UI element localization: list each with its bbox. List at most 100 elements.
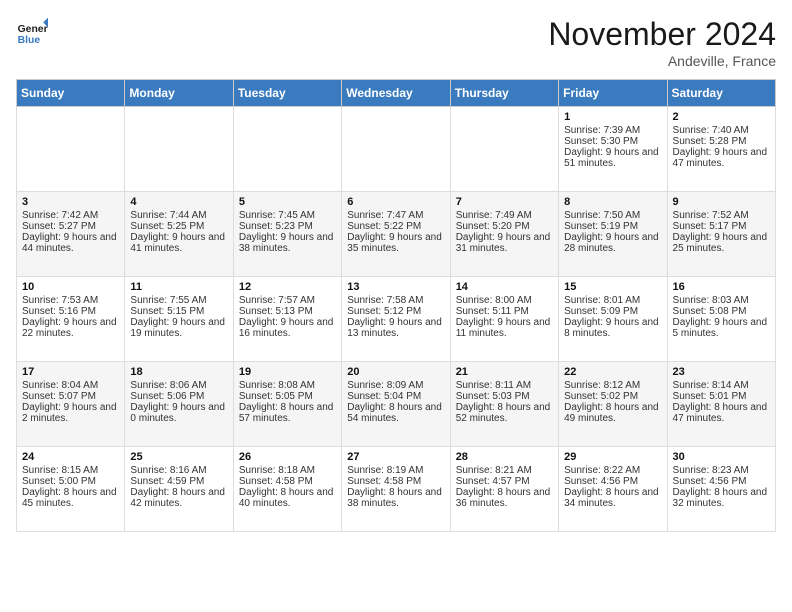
calendar-day-cell: 18Sunrise: 8:06 AMSunset: 5:06 PMDayligh… <box>125 362 233 447</box>
calendar-day-cell <box>125 107 233 192</box>
calendar-day-cell: 14 Sunrise: 8:00 AMSunset: 5:11 PMDayligh… <box>450 277 558 362</box>
calendar-body: 1Sunrise: 7:39 AMSunset: 5:30 PMDaylight… <box>17 107 776 532</box>
calendar-day-cell: 11Sunrise: 7:55 AMSunset: 5:15 PMDayligh… <box>125 277 233 362</box>
day-number: 8 <box>564 196 661 208</box>
sunset-text: Sunset: 5:16 PM <box>22 306 119 317</box>
sunset-text: Sunset: 4:57 PM <box>456 476 553 487</box>
daylight-text: Daylight: 9 hours and 44 minutes. <box>22 232 119 254</box>
weekday-header-wednesday: Wednesday <box>342 80 450 107</box>
sunrise-text: Sunrise: 8:21 AM <box>456 465 553 476</box>
sunset-text: Sunset: 5:08 PM <box>673 306 770 317</box>
calendar-day-cell: 19Sunrise: 8:08 AMSunset: 5:05 PMDayligh… <box>233 362 341 447</box>
daylight-text: Daylight: 8 hours and 40 minutes. <box>239 487 336 509</box>
calendar-table: SundayMondayTuesdayWednesdayThursdayFrid… <box>16 79 776 532</box>
sunrise-text: Sunrise: 8:12 AM <box>564 380 661 391</box>
day-number: 13 <box>347 281 444 293</box>
sunset-text: Sunset: 5:13 PM <box>239 306 336 317</box>
sunrise-text: Sunrise: 8:08 AM <box>239 380 336 391</box>
day-number: 11 <box>130 281 227 293</box>
calendar-week-row: 24Sunrise: 8:15 AMSunset: 5:00 PMDayligh… <box>17 447 776 532</box>
daylight-text: Daylight: 9 hours and 11 minutes. <box>456 317 553 339</box>
sunrise-text: Sunrise: 7:53 AM <box>22 295 119 306</box>
weekday-header-tuesday: Tuesday <box>233 80 341 107</box>
sunset-text: Sunset: 5:19 PM <box>564 221 661 232</box>
svg-text:Blue: Blue <box>18 35 41 46</box>
sunrise-text: Sunrise: 8:00 AM <box>456 295 553 306</box>
sunrise-text: Sunrise: 8:18 AM <box>239 465 336 476</box>
sunrise-text: Sunrise: 8:04 AM <box>22 380 119 391</box>
weekday-header-thursday: Thursday <box>450 80 558 107</box>
svg-text:General: General <box>18 24 48 35</box>
sunset-text: Sunset: 5:15 PM <box>130 306 227 317</box>
sunset-text: Sunset: 5:00 PM <box>22 476 119 487</box>
sunrise-text: Sunrise: 8:11 AM <box>456 380 553 391</box>
sunrise-text: Sunrise: 8:06 AM <box>130 380 227 391</box>
daylight-text: Daylight: 9 hours and 0 minutes. <box>130 402 227 424</box>
sunset-text: Sunset: 5:11 PM <box>456 306 553 317</box>
daylight-text: Daylight: 9 hours and 51 minutes. <box>564 147 661 169</box>
sunset-text: Sunset: 5:17 PM <box>673 221 770 232</box>
calendar-week-row: 3Sunrise: 7:42 AMSunset: 5:27 PMDaylight… <box>17 192 776 277</box>
sunset-text: Sunset: 4:59 PM <box>130 476 227 487</box>
calendar-day-cell: 29Sunrise: 8:22 AMSunset: 4:56 PMDayligh… <box>559 447 667 532</box>
weekday-header-saturday: Saturday <box>667 80 775 107</box>
calendar-day-cell <box>233 107 341 192</box>
calendar-week-row: 17 Sunrise: 8:04 AMSunset: 5:07 PM Dayligh… <box>17 362 776 447</box>
calendar-day-cell: 2Sunrise: 7:40 AMSunset: 5:28 PMDaylight… <box>667 107 775 192</box>
month-title: November 2024 <box>548 16 776 53</box>
sunset-text: Sunset: 5:20 PM <box>456 221 553 232</box>
daylight-text: Daylight: 9 hours and 5 minutes. <box>673 317 770 339</box>
daylight-text: Daylight: 9 hours and 8 minutes. <box>564 317 661 339</box>
sunrise-text: Sunrise: 8:19 AM <box>347 465 444 476</box>
daylight-text: Daylight: 9 hours and 31 minutes. <box>456 232 553 254</box>
sunset-text: Sunset: 5:09 PM <box>564 306 661 317</box>
sunrise-text: Sunrise: 7:52 AM <box>673 210 770 221</box>
daylight-text: Daylight: 9 hours and 41 minutes. <box>130 232 227 254</box>
calendar-day-cell: 26Sunrise: 8:18 AMSunset: 4:58 PMDayligh… <box>233 447 341 532</box>
sunrise-text: Sunrise: 7:45 AM <box>239 210 336 221</box>
calendar-day-cell: 16Sunrise: 8:03 AMSunset: 5:08 PMDayligh… <box>667 277 775 362</box>
day-number: 30 <box>673 451 770 463</box>
sunset-text: Sunset: 4:56 PM <box>564 476 661 487</box>
day-number: 28 <box>456 451 553 463</box>
sunrise-text: Sunrise: 7:58 AM <box>347 295 444 306</box>
calendar-day-cell <box>450 107 558 192</box>
day-number: 10 <box>22 281 119 293</box>
sunrise-text: Sunrise: 7:50 AM <box>564 210 661 221</box>
day-number: 14 <box>456 281 553 293</box>
calendar-week-row: 10 Sunrise: 7:53 AMSunset: 5:16 PM Dayligh… <box>17 277 776 362</box>
daylight-text: Daylight: 9 hours and 47 minutes. <box>673 147 770 169</box>
logo-icon: General Blue <box>16 16 48 48</box>
day-number: 2 <box>673 111 770 123</box>
calendar-week-row: 1Sunrise: 7:39 AMSunset: 5:30 PMDaylight… <box>17 107 776 192</box>
calendar-day-cell: 3Sunrise: 7:42 AMSunset: 5:27 PMDaylight… <box>17 192 125 277</box>
sunset-text: Sunset: 5:07 PM <box>22 391 119 402</box>
day-number: 17 <box>22 366 119 378</box>
sunset-text: Sunset: 5:30 PM <box>564 136 661 147</box>
calendar-day-cell: 12Sunrise: 7:57 AMSunset: 5:13 PMDayligh… <box>233 277 341 362</box>
daylight-text: Daylight: 8 hours and 52 minutes. <box>456 402 553 424</box>
sunset-text: Sunset: 5:27 PM <box>22 221 119 232</box>
day-number: 15 <box>564 281 661 293</box>
calendar-day-cell: 28Sunrise: 8:21 AMSunset: 4:57 PMDayligh… <box>450 447 558 532</box>
logo: General Blue <box>16 16 48 48</box>
location: Andeville, France <box>548 53 776 69</box>
calendar-day-cell: 13Sunrise: 7:58 AMSunset: 5:12 PMDayligh… <box>342 277 450 362</box>
calendar-day-cell: 24Sunrise: 8:15 AMSunset: 5:00 PMDayligh… <box>17 447 125 532</box>
daylight-text: Daylight: 8 hours and 42 minutes. <box>130 487 227 509</box>
sunset-text: Sunset: 4:58 PM <box>347 476 444 487</box>
weekday-header-monday: Monday <box>125 80 233 107</box>
calendar-day-cell: 15 Sunrise: 8:01 AMSunset: 5:09 PMDayligh… <box>559 277 667 362</box>
sunrise-text: Sunrise: 8:22 AM <box>564 465 661 476</box>
calendar-day-cell <box>17 107 125 192</box>
sunset-text: Sunset: 5:03 PM <box>456 391 553 402</box>
calendar-day-cell: 22Sunrise: 8:12 AMSunset: 5:02 PMDayligh… <box>559 362 667 447</box>
daylight-text: Daylight: 8 hours and 47 minutes. <box>673 402 770 424</box>
sunrise-text: Sunrise: 8:01 AM <box>564 295 661 306</box>
calendar-day-cell: 20Sunrise: 8:09 AMSunset: 5:04 PMDayligh… <box>342 362 450 447</box>
day-number: 24 <box>22 451 119 463</box>
sunrise-text: Sunrise: 7:57 AM <box>239 295 336 306</box>
daylight-text: Daylight: 9 hours and 38 minutes. <box>239 232 336 254</box>
calendar-day-cell: 6Sunrise: 7:47 AMSunset: 5:22 PMDaylight… <box>342 192 450 277</box>
calendar-day-cell: 5Sunrise: 7:45 AMSunset: 5:23 PMDaylight… <box>233 192 341 277</box>
